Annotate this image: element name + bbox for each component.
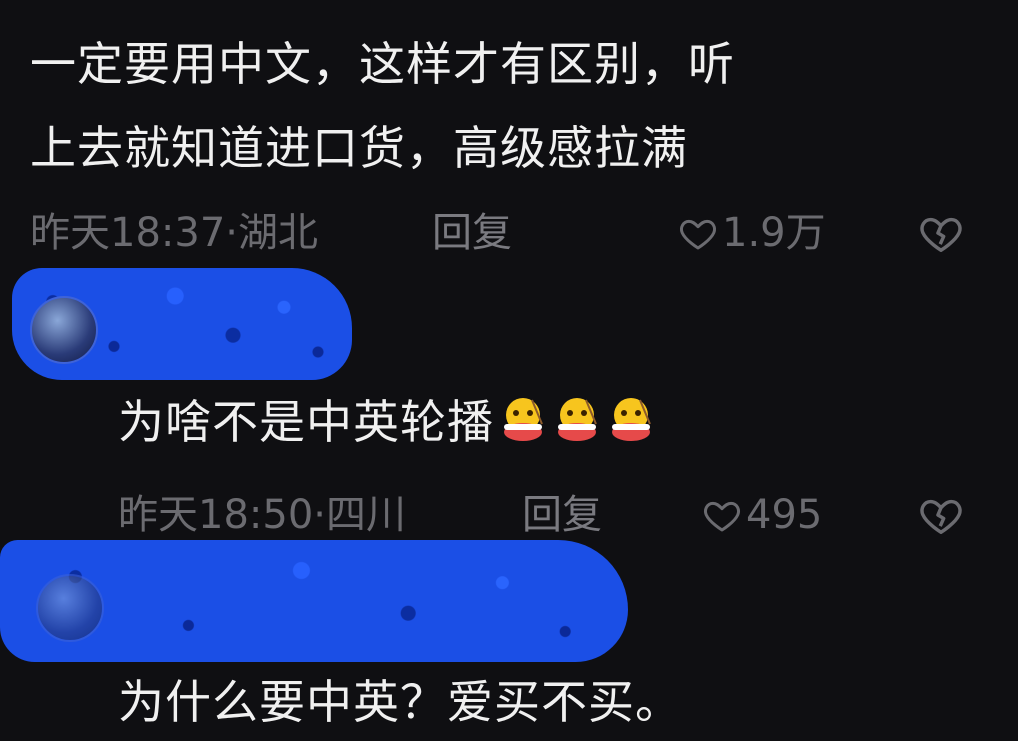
comment-2-dislike-button[interactable] (918, 490, 964, 540)
comment-1-like-count: 1.9万 (722, 210, 826, 256)
comment-2-time-location: 昨天18:50·四川 (118, 492, 406, 538)
comment-2-meta: 昨天18:50·四川 回复 495 (118, 490, 988, 540)
avatar[interactable] (30, 296, 98, 364)
comment-1-meta: 昨天18:37·湖北 回复 1.9万 (30, 208, 990, 258)
comment-2-like-count: 495 (746, 492, 823, 538)
eating-bowl-emoji-icon (606, 394, 656, 444)
comment-2-text-content: 为啥不是中英轮播 (118, 395, 494, 449)
heart-icon (704, 501, 740, 532)
comment-1-dislike-button[interactable] (918, 208, 964, 258)
comment-2-like-button[interactable]: 495 (702, 490, 822, 540)
comment-3-text: 为什么要中英？爱买不买。 (118, 675, 682, 729)
avatar[interactable] (36, 574, 104, 642)
comment-1-like-button[interactable]: 1.9万 (678, 208, 826, 258)
heart-icon (680, 219, 716, 250)
broken-heart-icon (920, 499, 962, 534)
comment-1-text-line1: 一定要用中文，这样才有区别，听 (30, 37, 735, 91)
comment-1-text-line2: 上去就知道进口货，高级感拉满 (30, 121, 688, 175)
eating-bowl-emoji-icon (552, 394, 602, 444)
comment-1-time-location: 昨天18:37·湖北 (30, 210, 318, 256)
comment-1-reply-button[interactable]: 回复 (432, 208, 512, 258)
comment-2-reply-button[interactable]: 回复 (522, 490, 602, 540)
comment-2-text: 为啥不是中英轮播 (118, 392, 656, 452)
eating-bowl-emoji-icon (498, 394, 548, 444)
broken-heart-icon (920, 217, 962, 252)
